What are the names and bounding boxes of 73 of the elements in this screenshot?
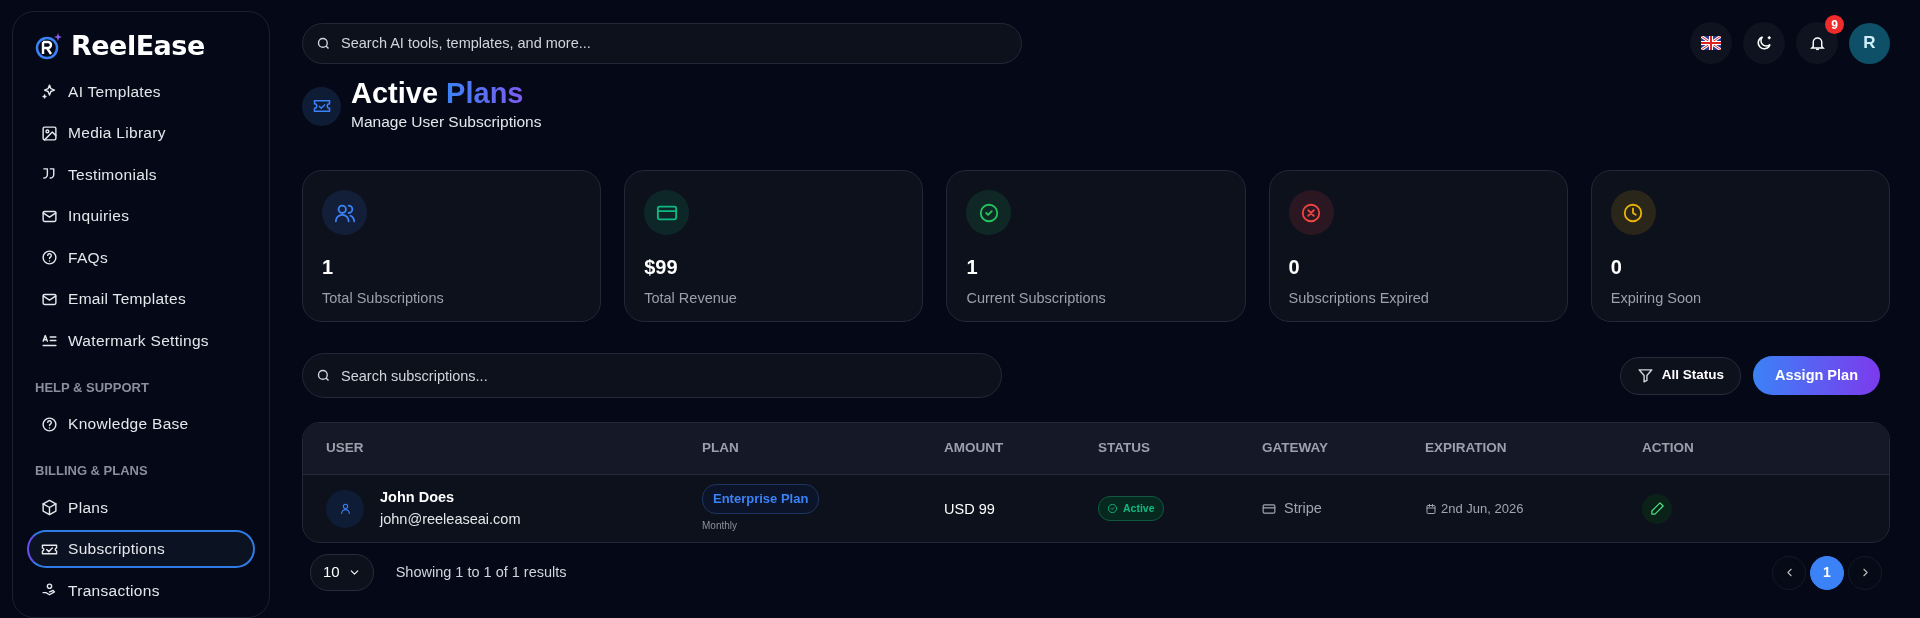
column-header: STATUS [1098,439,1151,458]
credit-card-icon [1262,501,1276,516]
billing-cycle: Monthly [702,518,738,533]
moon-icon [1755,34,1773,52]
plan-tag: Enterprise Plan [702,484,820,514]
notifications-button[interactable] [1796,22,1838,64]
user-name: John Does [380,487,456,507]
status-filter-button[interactable]: All Status [1619,356,1741,395]
search-field[interactable]: Search AI tools, templates, and more... [302,22,1022,64]
image-icon [41,124,58,142]
flag-icon [1701,36,1721,50]
sidebar-item[interactable]: Knowledge Base [27,405,255,443]
bell-icon [1808,34,1826,52]
language-button[interactable] [1690,22,1732,64]
theme-toggle-button[interactable] [1743,22,1785,64]
sidebar-item[interactable]: FAQs [27,238,255,277]
column-header: ACTION [1642,439,1695,458]
check-circle-icon [1107,503,1118,514]
sidebar-item[interactable]: Watermark Settings [27,321,255,360]
pencil-icon [1649,501,1665,516]
expiration-date: 2nd Jun, 2026 [1441,499,1524,518]
search-icon [316,35,331,51]
filter-icon [1636,367,1654,384]
page-subtitle: Manage User Subscriptions [351,112,542,133]
stat-label: Total Subscriptions [322,289,445,308]
column-header: EXPIRATION [1425,439,1508,458]
stat-value: 1 [322,255,335,280]
stat-label: Current Subscriptions [966,289,1107,308]
calendar-icon [1425,502,1437,515]
stat-value: 1 [966,255,979,280]
sidebar-item[interactable]: Testimonials [27,155,255,194]
user-avatar[interactable]: R [1849,22,1890,64]
page-title: Active Plans [351,77,524,110]
logo-icon [35,31,63,62]
results-summary: Showing 1 to 1 of 1 results [395,562,567,582]
amount-text: USD 99 [944,500,995,517]
sparkles-icon [41,83,58,100]
user-icon [326,489,364,528]
stat-label: Expiring Soon [1610,289,1703,308]
sidebar-item[interactable]: Media Library [27,114,255,152]
page-button[interactable]: 1 [1810,555,1844,590]
help-icon [41,415,58,433]
subscriptions-search-field[interactable]: Search subscriptions... [302,353,1002,398]
column-header: AMOUNT [944,439,1005,458]
stat-label: Subscriptions Expired [1288,289,1430,308]
section-heading: BILLING & PLANS [34,462,149,480]
search-icon [316,368,331,383]
sidebar-item[interactable]: Inquiries [27,197,255,235]
assign-plan-button[interactable]: Assign Plan [1753,356,1880,395]
sidebar-item[interactable]: Plans [27,488,255,527]
page-size-select[interactable]: 10 [310,554,374,591]
user-email: john@reeleaseai.com [380,509,521,529]
column-header: PLAN [702,439,740,458]
sidebar-item[interactable]: Subscriptions [27,530,255,568]
sidebar-item[interactable]: Email Templates [27,280,255,318]
box-icon [41,499,58,516]
text-style-icon [41,332,58,349]
status-tag: Active [1098,495,1164,522]
stat-value: 0 [1610,255,1623,280]
sidebar-item[interactable]: AI Templates [27,72,255,111]
ticket-icon [302,86,341,126]
stat-value: $99 [644,255,679,280]
brand-name: ReelEase [71,29,205,63]
stat-label: Total Revenue [644,289,738,308]
section-heading: HELP & SUPPORT [34,378,150,397]
column-header: GATEWAY [1262,439,1329,458]
gateway-text: Stripe [1284,498,1322,518]
sidebar-item[interactable]: Transactions [27,571,255,610]
notification-count: 9 [1825,15,1844,34]
help-icon [41,249,58,266]
edit-button[interactable] [1642,493,1672,524]
column-header: USER [326,439,365,458]
stat-value: 0 [1288,255,1301,280]
